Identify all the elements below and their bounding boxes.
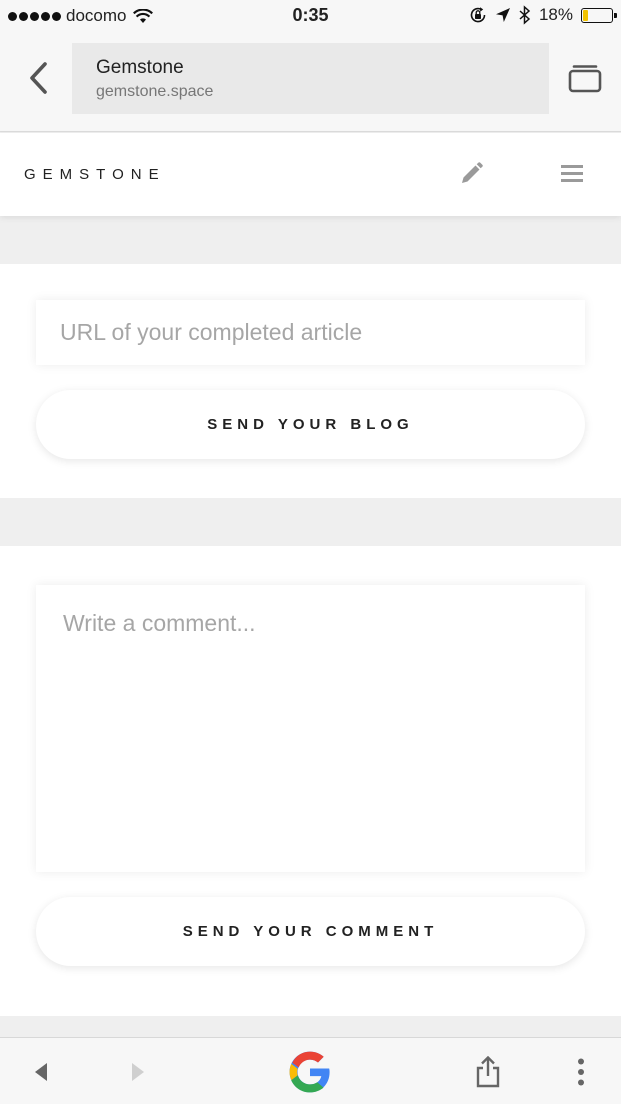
site-logo[interactable]: GEMSTONE (24, 166, 166, 183)
article-url-placeholder: URL of your completed article (60, 319, 363, 345)
hamburger-menu-icon[interactable] (561, 163, 585, 185)
send-comment-button[interactable]: SEND YOUR COMMENT (36, 897, 585, 966)
more-vertical-icon[interactable] (576, 1058, 586, 1086)
page-title: Gemstone (96, 57, 184, 78)
send-blog-button[interactable]: SEND YOUR BLOG (36, 390, 585, 459)
bluetooth-icon (519, 5, 531, 25)
battery-level (583, 9, 589, 21)
browser-bottom-bar (0, 1037, 621, 1104)
triangle-left-icon[interactable] (34, 1062, 48, 1082)
orientation-lock-icon (470, 7, 486, 23)
triangle-right-icon[interactable] (131, 1062, 145, 1082)
comment-textarea[interactable]: Write a comment... (36, 585, 585, 872)
browser-toolbar: Gemstone gemstone.space (0, 32, 621, 132)
chevron-left-icon (30, 62, 47, 94)
page-domain: gemstone.space (96, 83, 214, 100)
status-right: 18% (469, 5, 617, 25)
site-header: GEMSTONE (0, 133, 621, 216)
address-bar[interactable]: Gemstone gemstone.space (72, 43, 549, 114)
google-logo-icon[interactable] (286, 1048, 334, 1096)
article-url-input[interactable]: URL of your completed article (36, 300, 585, 365)
comment-placeholder: Write a comment... (63, 610, 256, 636)
back-button[interactable] (20, 56, 56, 100)
status-bar: docomo 0:35 18% (0, 0, 621, 32)
battery-icon (581, 7, 617, 23)
share-icon[interactable] (474, 1056, 502, 1088)
pencil-icon[interactable] (458, 161, 484, 187)
comment-card: Write a comment... SEND YOUR COMMENT (0, 546, 621, 1016)
battery-percent: 18% (538, 5, 573, 24)
tabs-icon[interactable] (567, 62, 603, 94)
blog-submit-card: URL of your completed article SEND YOUR … (0, 264, 621, 498)
location-arrow-icon (495, 8, 510, 22)
